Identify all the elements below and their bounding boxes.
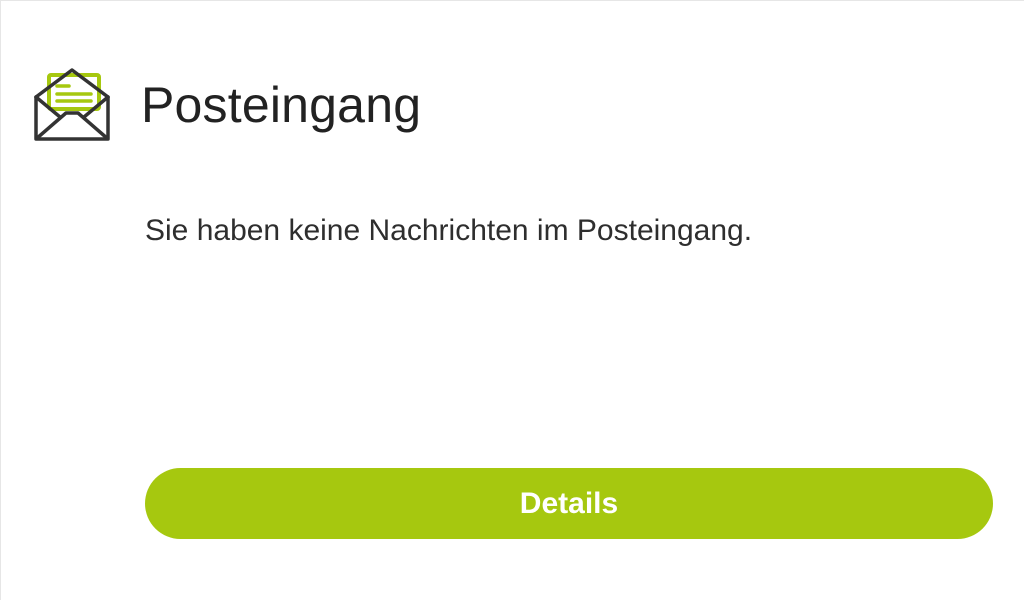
page-title: Posteingang bbox=[141, 77, 422, 133]
inbox-header: Posteingang bbox=[33, 67, 421, 143]
empty-inbox-message: Sie haben keine Nachrichten im Posteinga… bbox=[145, 214, 753, 247]
open-envelope-icon bbox=[34, 68, 110, 141]
inbox-card: Posteingang Sie haben keine Nachrichten … bbox=[0, 0, 1024, 600]
details-button[interactable]: Details bbox=[145, 468, 993, 539]
